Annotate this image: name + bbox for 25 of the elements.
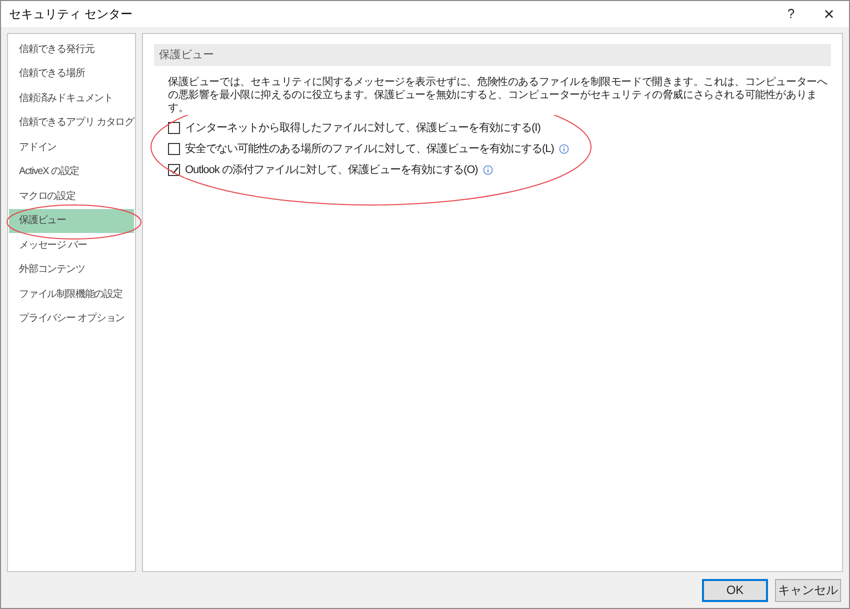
sidebar-item[interactable]: 保護ビュー: [9, 208, 134, 233]
checkmark-icon: [170, 166, 178, 174]
checkbox-label[interactable]: Outlook の添付ファイルに対して、保護ビューを有効にする(O): [185, 162, 478, 178]
sidebar-item[interactable]: メッセージ バー: [9, 233, 134, 258]
sidebar-item[interactable]: 信頼できる場所: [9, 62, 134, 86]
sidebar-item[interactable]: マクロの設定: [9, 184, 134, 208]
sidebar-item[interactable]: プライバシー オプション: [9, 306, 134, 331]
help-button[interactable]: ?: [773, 1, 809, 27]
checkbox[interactable]: [168, 164, 180, 176]
sidebar-item[interactable]: ActiveX の設定: [9, 160, 134, 184]
dialog-button[interactable]: キャンセル: [775, 578, 841, 602]
close-button[interactable]: ×: [809, 1, 849, 27]
checkbox[interactable]: [168, 143, 180, 155]
sidebar-item[interactable]: 外部コンテンツ: [9, 258, 134, 282]
sidebar-item[interactable]: 信頼済みドキュメント: [9, 86, 134, 110]
sidebar-item[interactable]: アドイン: [9, 135, 134, 160]
sidebar-item[interactable]: 信頼できる発行元: [9, 37, 134, 62]
checkbox[interactable]: [168, 122, 180, 134]
dialog-button[interactable]: OK: [702, 578, 768, 602]
sidebar-item[interactable]: 信頼できるアプリ カタログ: [9, 110, 134, 135]
sidebar-item[interactable]: ファイル制限機能の設定: [9, 282, 134, 306]
checkbox-label[interactable]: インターネットから取得したファイルに対して、保護ビューを有効にする(I): [185, 120, 540, 136]
window-title: セキュリティ センター: [9, 6, 132, 23]
section-header: 保護ビュー: [154, 44, 831, 66]
checkbox-label[interactable]: 安全でない可能性のある場所のファイルに対して、保護ビューを有効にする(L): [185, 140, 554, 158]
